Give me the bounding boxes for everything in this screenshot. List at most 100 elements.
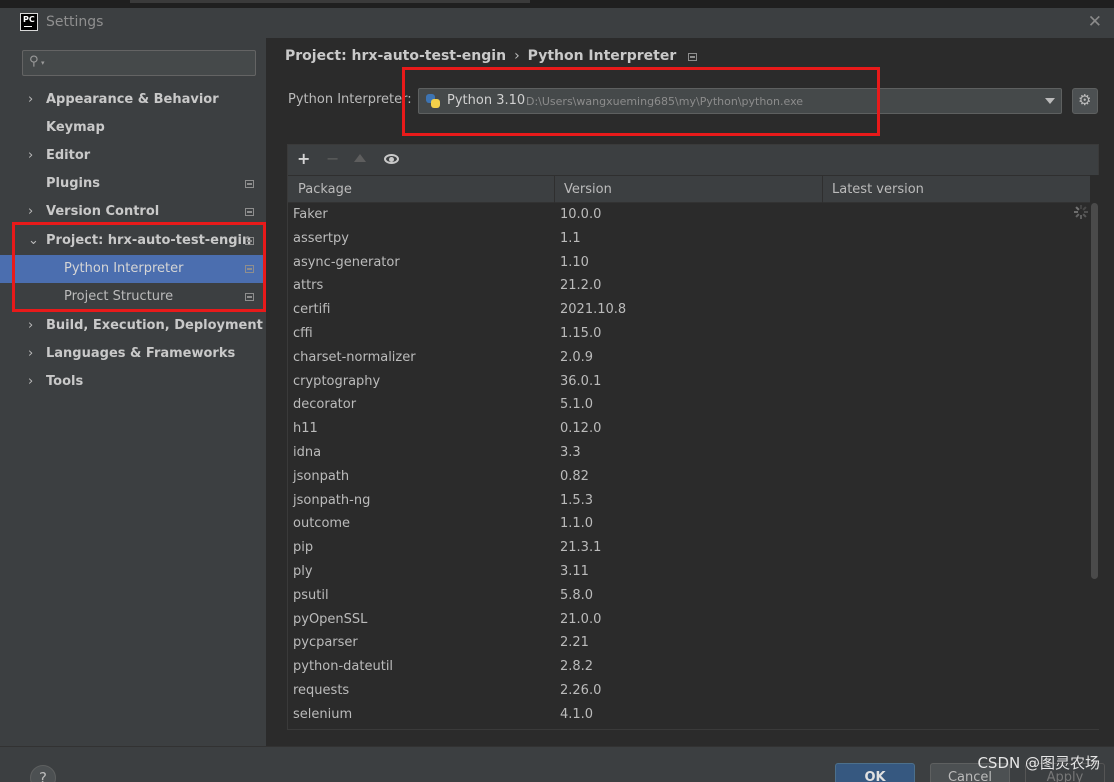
- remove-package-button[interactable]: −: [326, 149, 339, 168]
- table-row[interactable]: pip 21.3.1: [288, 536, 1090, 560]
- chevron-down-icon[interactable]: [1045, 98, 1055, 104]
- package-version-cell: 4.1.0: [560, 706, 594, 722]
- packages-panel: + − Package Version Latest version Faker…: [287, 144, 1099, 730]
- sidebar-item-build-execution-deployment[interactable]: › Build, Execution, Deployment: [0, 312, 266, 340]
- sidebar-item-label: Python Interpreter: [64, 261, 184, 276]
- chevron-right-icon[interactable]: ›: [28, 142, 33, 170]
- table-row[interactable]: jsonpath 0.82: [288, 465, 1090, 489]
- package-version-cell: 3.3: [560, 445, 581, 460]
- upgrade-package-icon[interactable]: [354, 154, 366, 162]
- package-version-cell: 1.1.0: [560, 516, 594, 532]
- sidebar-item-label: Languages & Frameworks: [46, 346, 236, 361]
- close-icon[interactable]: ✕: [1088, 12, 1102, 32]
- scrollbar-thumb[interactable]: [1091, 203, 1098, 579]
- package-version-cell: 2.26.0: [560, 683, 602, 698]
- dialog-button-bar: ? OK Cancel Apply: [0, 746, 1114, 782]
- chevron-right-icon[interactable]: ›: [28, 198, 33, 226]
- package-name-cell: python-dateutil: [293, 659, 394, 675]
- sidebar-item-editor[interactable]: › Editor: [0, 142, 266, 170]
- sidebar-item-label: Tools: [46, 374, 84, 389]
- table-row[interactable]: assertpy 1.1: [288, 227, 1090, 251]
- top-strip: [0, 0, 1114, 8]
- package-name-cell: outcome: [293, 516, 351, 532]
- sidebar-item-appearance-behavior[interactable]: › Appearance & Behavior: [0, 86, 266, 114]
- package-name-cell: pycparser: [293, 635, 358, 651]
- sidebar-item-tools[interactable]: › Tools: [0, 368, 266, 396]
- interpreter-settings-button[interactable]: ⚙: [1072, 88, 1098, 114]
- table-row[interactable]: python-dateutil 2.8.2: [288, 655, 1090, 679]
- sidebar-item-label: Editor: [46, 148, 91, 163]
- sidebar-item-version-control[interactable]: › Version Control: [0, 198, 266, 226]
- package-version-cell: 5.8.0: [560, 587, 594, 603]
- package-name-cell: requests: [293, 683, 350, 698]
- package-name-cell: Faker: [293, 207, 328, 222]
- package-name-cell: async-generator: [293, 254, 400, 270]
- table-row[interactable]: idna 3.3: [288, 441, 1090, 465]
- settings-search[interactable]: ⚲ ▾: [22, 50, 256, 76]
- table-row[interactable]: cffi 1.15.0: [288, 322, 1090, 346]
- package-version-cell: 1.10: [560, 254, 589, 270]
- package-version-cell: 36.0.1: [560, 373, 602, 389]
- eye-icon[interactable]: [384, 154, 399, 164]
- column-header-latest-version[interactable]: Latest version: [823, 176, 1090, 203]
- sidebar-item-label: Plugins: [46, 176, 100, 191]
- interpreter-select[interactable]: Python 3.10 D:\Users\wangxueming685\my\P…: [418, 88, 1062, 114]
- sidebar-item-plugins[interactable]: Plugins: [0, 170, 266, 198]
- package-name-cell: selenium: [293, 706, 353, 722]
- package-name-cell: jsonpath: [293, 468, 350, 484]
- chevron-right-icon[interactable]: ›: [28, 312, 33, 340]
- interpreter-path: D:\Users\wangxueming685\my\Python\python…: [526, 95, 804, 108]
- breadcrumb-project[interactable]: Project: hrx-auto-test-engin: [285, 48, 506, 64]
- chevron-right-icon[interactable]: ›: [28, 340, 33, 368]
- chevron-down-icon[interactable]: ⌄: [28, 227, 39, 255]
- table-row[interactable]: ply 3.11: [288, 560, 1090, 584]
- sidebar-item-languages-frameworks[interactable]: › Languages & Frameworks: [0, 340, 266, 368]
- package-name-cell: attrs: [293, 278, 324, 294]
- table-row[interactable]: decorator 5.1.0: [288, 393, 1090, 417]
- breadcrumb-page: Python Interpreter: [527, 48, 677, 64]
- sidebar-item-project[interactable]: ⌄ Project: hrx-auto-test-engin: [0, 227, 266, 255]
- sidebar-item-python-interpreter[interactable]: Python Interpreter: [0, 255, 266, 283]
- package-version-cell: 1.1: [560, 230, 581, 246]
- package-name-cell: assertpy: [293, 230, 349, 246]
- table-row[interactable]: psutil 5.8.0: [288, 584, 1090, 608]
- sidebar-item-label: Project: hrx-auto-test-engin: [46, 233, 252, 248]
- table-row[interactable]: certifi 2021.10.8: [288, 298, 1090, 322]
- table-row[interactable]: jsonpath-ng 1.5.3: [288, 489, 1090, 513]
- package-name-cell: cffi: [293, 326, 313, 341]
- table-row[interactable]: requests 2.26.0: [288, 679, 1090, 703]
- search-input[interactable]: [51, 53, 251, 73]
- table-row[interactable]: outcome 1.1.0: [288, 512, 1090, 536]
- sidebar-item-project-structure[interactable]: Project Structure: [0, 283, 266, 311]
- window-title: Settings: [46, 14, 104, 30]
- table-row[interactable]: selenium 4.1.0: [288, 703, 1090, 727]
- sidebar-item-keymap[interactable]: Keymap: [0, 114, 266, 142]
- package-version-cell: 0.12.0: [560, 421, 602, 437]
- ok-button[interactable]: OK: [835, 763, 915, 782]
- package-name-cell: ply: [293, 564, 313, 579]
- package-version-cell: 1.5.3: [560, 492, 594, 508]
- table-row[interactable]: pyOpenSSL 21.0.0: [288, 608, 1090, 632]
- table-row[interactable]: Faker 10.0.0: [288, 203, 1090, 227]
- column-header-package[interactable]: Package: [288, 176, 555, 203]
- interpreter-label: Python Interpreter:: [288, 92, 412, 107]
- table-row[interactable]: async-generator 1.10: [288, 251, 1090, 275]
- table-row[interactable]: h11 0.12.0: [288, 417, 1090, 441]
- table-row[interactable]: cryptography 36.0.1: [288, 370, 1090, 394]
- project-level-icon: [245, 293, 254, 301]
- search-dropdown-icon[interactable]: ▾: [41, 59, 45, 67]
- package-version-cell: 21.2.0: [560, 278, 602, 294]
- table-row[interactable]: pycparser 2.21: [288, 631, 1090, 655]
- column-header-version[interactable]: Version: [555, 176, 823, 203]
- add-package-button[interactable]: +: [297, 149, 310, 168]
- table-row[interactable]: charset-normalizer 2.0.9: [288, 346, 1090, 370]
- loading-spinner-icon: [1074, 205, 1088, 219]
- table-row[interactable]: attrs 21.2.0: [288, 274, 1090, 298]
- python-icon: [426, 94, 440, 108]
- chevron-right-icon[interactable]: ›: [28, 86, 33, 114]
- help-button[interactable]: ?: [30, 765, 56, 782]
- package-version-cell: 2.8.2: [560, 659, 594, 675]
- package-name-cell: pyOpenSSL: [293, 611, 368, 627]
- sidebar-item-label: Build, Execution, Deployment: [46, 318, 263, 333]
- chevron-right-icon[interactable]: ›: [28, 368, 33, 396]
